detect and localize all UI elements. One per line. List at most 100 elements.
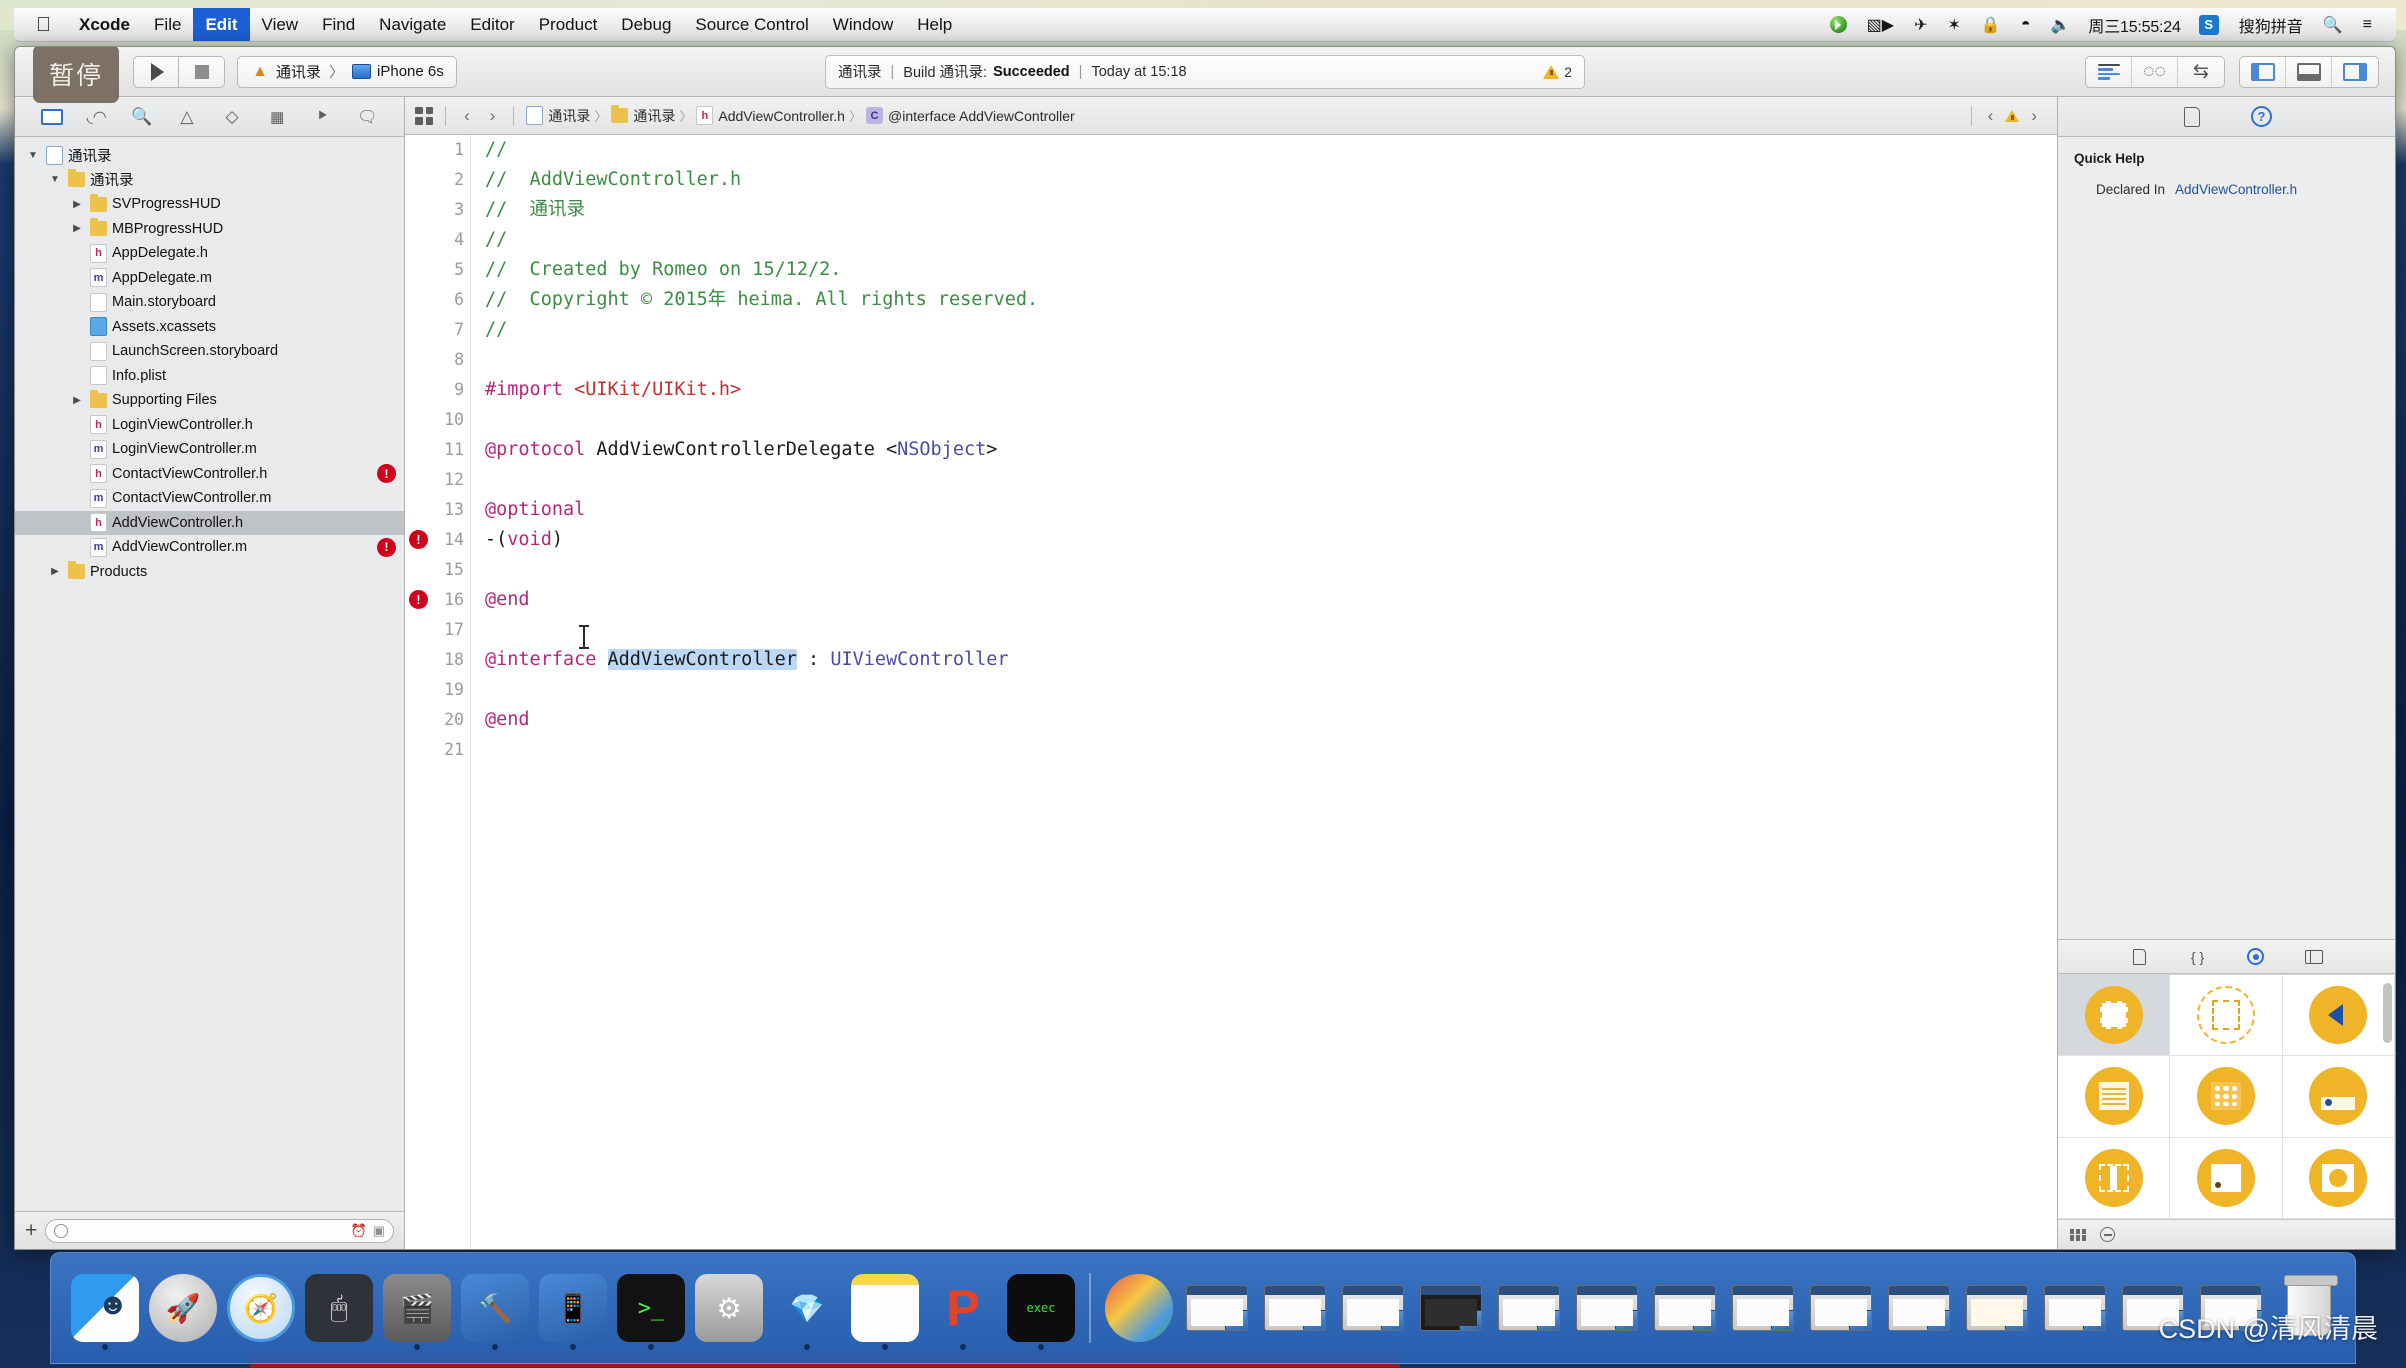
minimized-window-thumbnail[interactable] <box>1342 1285 1404 1331</box>
dock-item-minimized-window[interactable] <box>1647 1264 1723 1352</box>
source-code-editor[interactable]: !! 1 2 3 4 5 6 7 8 9 10 11 12 13 14 15 16 17 18 19 20 21 ///… <box>405 135 2057 1249</box>
dock-item-minimized-window[interactable] <box>1881 1264 1957 1352</box>
minimized-window-thumbnail[interactable] <box>2200 1285 2262 1331</box>
minimized-window-thumbnail[interactable] <box>2044 1285 2106 1331</box>
recent-files-icon[interactable]: ⏰ <box>351 1223 367 1239</box>
standard-editor-button[interactable] <box>2086 56 2132 87</box>
breadcrumb-item[interactable]: 通讯录 <box>611 105 675 126</box>
system-preferences-icon[interactable]: ⚙ <box>695 1274 763 1342</box>
dock-item-xcode[interactable]: 🔨 <box>457 1264 533 1352</box>
tree-item[interactable]: LaunchScreen.storyboard <box>15 339 404 364</box>
disclosure-triangle-icon[interactable] <box>69 199 85 210</box>
xcode-beta-icon[interactable]: 📱 <box>539 1274 607 1342</box>
exec-terminal-icon[interactable]: exec <box>1007 1274 1075 1342</box>
terminal-icon[interactable]: >_ <box>617 1274 685 1342</box>
grid-view-icon[interactable] <box>2070 1228 2086 1241</box>
imovie-icon[interactable]: 🎬 <box>383 1274 451 1342</box>
menu-item-window[interactable]: Window <box>821 8 905 41</box>
next-issue-button[interactable]: › <box>2025 106 2043 126</box>
menu-item-edit[interactable]: Edit <box>193 8 250 41</box>
test-navigator-tab[interactable]: ◇ <box>215 104 249 130</box>
minimized-window-thumbnail[interactable] <box>1576 1285 1638 1331</box>
dock-item-terminal[interactable]: >_ <box>613 1264 689 1352</box>
utilities-toggle-button[interactable] <box>2332 57 2378 87</box>
wifi-icon[interactable]: ◓ <box>2011 8 2041 41</box>
library-item-table-view-controller[interactable] <box>2058 1056 2171 1138</box>
filter-input[interactable]: ⏰ ▣ <box>45 1218 394 1243</box>
dock-item-imovie[interactable]: 🎬 <box>379 1264 455 1352</box>
navigator-toggle-button[interactable] <box>2240 56 2286 87</box>
dock-item-minimized-window[interactable] <box>1803 1264 1879 1352</box>
trash-icon[interactable] <box>2284 1275 2338 1336</box>
build-status-bar[interactable]: 通讯录 | Build 通讯录: Succeeded | Today at 15… <box>825 54 1585 89</box>
error-marker-icon[interactable]: ! <box>409 590 428 609</box>
run-button[interactable] <box>133 55 179 88</box>
find-navigator-tab[interactable]: 🔍 <box>125 104 159 130</box>
menu-item-find[interactable]: Find <box>310 8 367 41</box>
tree-item[interactable]: 通讯录 <box>15 143 404 168</box>
input-method-badge[interactable]: S <box>2189 8 2229 41</box>
go-forward-button[interactable]: › <box>484 106 502 126</box>
dock-item-trash[interactable] <box>2271 1264 2347 1352</box>
quick-help-inspector-tab[interactable]: ? <box>2247 104 2277 130</box>
issue-navigator-tab[interactable]: △ <box>170 104 204 130</box>
lock-icon[interactable]: 🔒 <box>1971 8 2011 41</box>
notes-icon[interactable] <box>851 1274 919 1342</box>
dock-item-minimized-window[interactable] <box>1491 1264 1567 1352</box>
declared-in-value[interactable]: AddViewController.h <box>2175 182 2297 197</box>
add-file-button[interactable]: + <box>25 1220 37 1241</box>
dock-item-minimized-window[interactable] <box>1569 1264 1645 1352</box>
library-item-navigation-controller[interactable] <box>2282 975 2395 1057</box>
disclosure-triangle-icon[interactable] <box>69 395 85 406</box>
menu-item-file[interactable]: File <box>142 8 193 41</box>
dock-item-minimized-window[interactable] <box>1179 1264 1255 1352</box>
clock[interactable]: 周三15:55:24 <box>2080 8 2188 41</box>
finder-icon[interactable] <box>71 1274 139 1342</box>
tree-item[interactable]: Supporting Files <box>15 388 404 413</box>
symbol-navigator-tab[interactable]: ◟◠ <box>80 104 114 130</box>
tree-item[interactable]: m ContactViewController.m <box>15 486 404 511</box>
volume-icon[interactable]: 🔈 <box>2041 8 2081 41</box>
debug-navigator-tab[interactable]: ▦ <box>260 104 294 130</box>
minimized-window-thumbnail[interactable] <box>1888 1285 1950 1331</box>
tree-item[interactable]: m AppDelegate.m <box>15 266 404 291</box>
assistant-editor-button[interactable]: ◌◌ <box>2132 56 2178 87</box>
minimized-window-thumbnail[interactable] <box>1732 1285 1794 1331</box>
dock-item-sketch[interactable]: 💎 <box>769 1264 845 1352</box>
dock-item-minimized-window[interactable] <box>2193 1264 2269 1352</box>
tree-item[interactable]: h AppDelegate.h <box>15 241 404 266</box>
menu-item-navigate[interactable]: Navigate <box>367 8 458 41</box>
previous-issue-button[interactable]: ‹ <box>1982 106 2000 126</box>
go-back-button[interactable]: ‹ <box>458 106 476 126</box>
disclosure-triangle-icon[interactable] <box>47 566 63 577</box>
tree-item[interactable]: Info.plist <box>15 364 404 389</box>
tree-item[interactable]: m AddViewController.m! <box>15 535 404 560</box>
dock-item-notes[interactable] <box>847 1264 923 1352</box>
breakpoint-navigator-tab[interactable]: ⯈ <box>305 104 339 130</box>
file-inspector-tab[interactable] <box>2177 104 2207 130</box>
tree-item[interactable]: h ContactViewController.h! <box>15 462 404 487</box>
menu-item-debug[interactable]: Debug <box>609 8 683 41</box>
dock-item-minimized-window[interactable] <box>1959 1264 2035 1352</box>
dock-item-launchpad[interactable]: 🚀 <box>145 1264 221 1352</box>
tree-item[interactable]: 通讯录 <box>15 168 404 193</box>
related-items-icon[interactable] <box>415 106 433 125</box>
sketch-icon[interactable]: 💎 <box>773 1274 841 1342</box>
minimized-window-thumbnail[interactable] <box>1654 1285 1716 1331</box>
dock-item-xcode-beta[interactable]: 📱 <box>535 1264 611 1352</box>
library-filter-icon[interactable] <box>2100 1227 2115 1242</box>
safari-icon[interactable]: 🧭 <box>227 1274 295 1342</box>
library-item-collection-view-controller[interactable] <box>2170 1056 2283 1138</box>
scheme-selector[interactable]: ▲ 通讯录 〉 iPhone 6s <box>237 55 457 88</box>
tree-item[interactable]: Assets.xcassets <box>15 315 404 340</box>
menu-item-source-control[interactable]: Source Control <box>683 8 820 41</box>
breadcrumb-item[interactable]: C @interface AddViewController <box>866 107 1075 124</box>
tree-item[interactable]: MBProgressHUD <box>15 217 404 242</box>
library-scrollbar[interactable] <box>2383 983 2392 1043</box>
report-navigator-tab[interactable]: 🗨 <box>350 104 384 130</box>
dock-item-minimized-window[interactable] <box>1257 1264 1333 1352</box>
xcode-icon[interactable]: 🔨 <box>461 1274 529 1342</box>
library-item-view-controller[interactable] <box>2058 975 2171 1057</box>
minimized-window-thumbnail[interactable] <box>1264 1285 1326 1331</box>
tree-item[interactable]: SVProgressHUD <box>15 192 404 217</box>
